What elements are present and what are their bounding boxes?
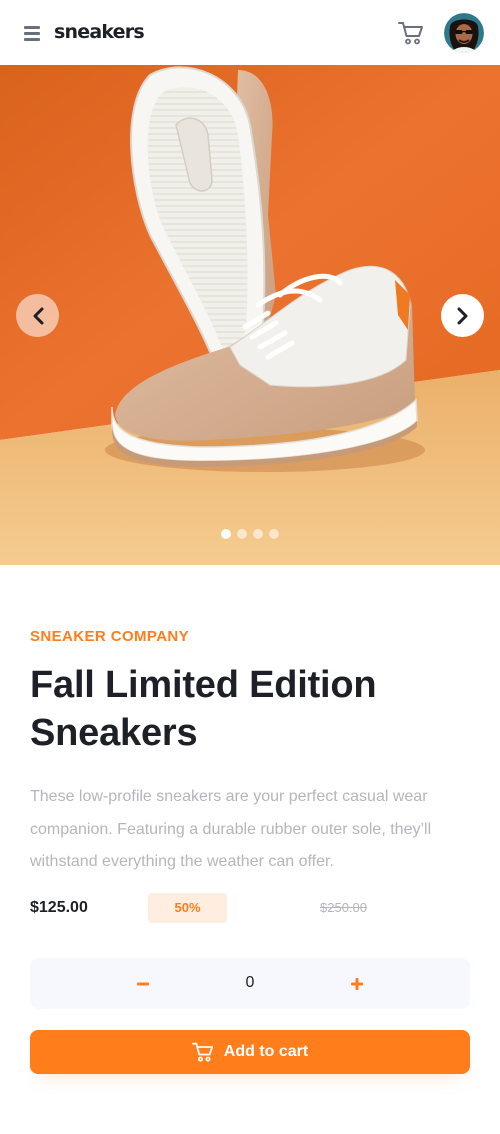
quantity-value[interactable]: 0 bbox=[225, 974, 275, 992]
slide-dot-1[interactable] bbox=[221, 529, 231, 539]
previous-image-button[interactable] bbox=[16, 294, 59, 337]
next-image-button[interactable] bbox=[441, 294, 484, 337]
minus-icon bbox=[137, 982, 149, 985]
product-details: SNEAKER COMPANY Fall Limited Edition Sne… bbox=[30, 565, 470, 923]
brand-logo[interactable]: sneakers bbox=[54, 21, 145, 43]
hamburger-menu-icon[interactable] bbox=[24, 25, 40, 41]
slide-dot-4[interactable] bbox=[269, 529, 279, 539]
slide-indicators bbox=[221, 529, 279, 539]
slide-dot-3[interactable] bbox=[253, 529, 263, 539]
add-to-cart-button[interactable]: Add to cart bbox=[30, 1030, 470, 1074]
header-actions bbox=[398, 12, 484, 53]
chevron-left-icon bbox=[33, 307, 43, 324]
price-row: $125.00 50% $250.00 bbox=[30, 892, 470, 923]
product-description: These low-profile sneakers are your perf… bbox=[30, 788, 432, 870]
company-name: SNEAKER COMPANY bbox=[30, 628, 190, 645]
product-image-gallery bbox=[0, 65, 500, 565]
current-price: $125.00 bbox=[30, 898, 88, 916]
quantity-stepper: 0 bbox=[30, 958, 470, 1009]
discount-badge: 50% bbox=[148, 892, 227, 923]
add-to-cart-label: Add to cart bbox=[223, 1043, 309, 1060]
decrease-quantity-button[interactable] bbox=[118, 958, 168, 1009]
increase-quantity-button[interactable] bbox=[332, 958, 382, 1009]
user-avatar[interactable] bbox=[444, 12, 484, 53]
cart-icon bbox=[191, 1042, 213, 1062]
chevron-right-icon bbox=[457, 307, 467, 324]
original-price: $250.00 bbox=[320, 899, 367, 915]
cart-icon[interactable] bbox=[398, 21, 424, 45]
plus-icon bbox=[351, 977, 363, 990]
product-title: Fall Limited Edition Sneakers bbox=[30, 664, 377, 754]
slide-dot-2[interactable] bbox=[237, 529, 247, 539]
product-photo bbox=[0, 65, 500, 565]
top-header: sneakers bbox=[0, 0, 500, 65]
